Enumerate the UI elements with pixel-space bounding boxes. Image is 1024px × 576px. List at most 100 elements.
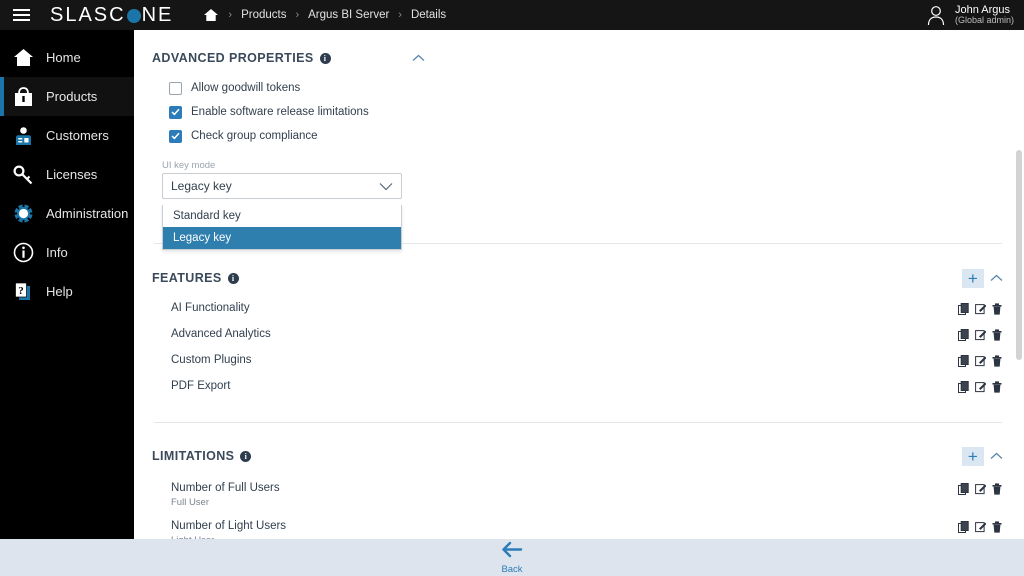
chevron-up-icon[interactable]: [988, 270, 1004, 286]
gear-icon: [12, 203, 34, 225]
sidebar-item-label: Home: [46, 50, 81, 65]
row-actions: [958, 519, 1002, 534]
table-row[interactable]: Advanced Analytics: [152, 322, 1004, 348]
breadcrumb-separator-1: ›: [228, 9, 233, 21]
info-icon[interactable]: i: [319, 52, 331, 64]
user-menu[interactable]: John Argus (Global admin): [924, 0, 1014, 30]
footer-bar: Back: [0, 539, 1024, 576]
scrollbar-thumb[interactable]: [1016, 150, 1022, 360]
table-row[interactable]: Number of Full Users Full User: [152, 476, 1004, 514]
checkbox-allow-goodwill-tokens[interactable]: Allow goodwill tokens: [169, 76, 1004, 100]
option-standard-key[interactable]: Standard key: [163, 205, 401, 227]
checkbox-label: Enable software release limitations: [191, 106, 369, 118]
sidebar-item-customers[interactable]: Customers: [0, 116, 134, 155]
edit-icon[interactable]: [975, 381, 986, 393]
products-bag-icon: [12, 86, 34, 108]
sidebar-item-label: Products: [46, 89, 98, 104]
breadcrumb-item-argus-bi-server[interactable]: Argus BI Server: [308, 9, 389, 21]
row-actions: [958, 301, 1002, 315]
breadcrumb-item-products[interactable]: Products: [241, 9, 286, 21]
limitation-name: Number of Full Users: [171, 482, 280, 494]
copy-icon[interactable]: [958, 521, 969, 534]
delete-icon[interactable]: [992, 355, 1002, 367]
checkbox-box: [169, 105, 182, 119]
content-scrollbar[interactable]: [1014, 30, 1024, 539]
user-info: John Argus (Global admin): [954, 4, 1014, 26]
copy-icon[interactable]: [958, 355, 969, 367]
table-row[interactable]: Number of Light Users Light User: [152, 514, 1004, 539]
limitation-info: Number of Full Users Full User: [171, 481, 280, 509]
edit-icon[interactable]: [975, 521, 986, 533]
sidebar-item-home[interactable]: Home: [0, 38, 134, 77]
edit-icon[interactable]: [975, 483, 986, 495]
delete-icon[interactable]: [992, 521, 1002, 533]
add-feature-button[interactable]: +: [962, 268, 984, 288]
ui-key-mode-field: UI key mode Legacy key Standard key Lega…: [162, 160, 402, 250]
add-limitation-button[interactable]: +: [962, 446, 984, 466]
checkbox-box: [169, 129, 182, 143]
table-row[interactable]: AI Functionality: [152, 296, 1004, 322]
breadcrumb-separator-3: ›: [398, 9, 402, 21]
features-list: AI Functionality Advanced Analytics Cust…: [152, 296, 1004, 400]
ui-key-mode-value: Legacy key: [171, 179, 232, 193]
copy-icon[interactable]: [958, 381, 969, 393]
copy-icon[interactable]: [958, 329, 969, 341]
sidebar: Home Products Customers Licenses Adminis…: [0, 30, 134, 539]
sidebar-item-label: Customers: [46, 128, 109, 143]
svg-text:?: ?: [18, 285, 24, 297]
top-bar: SLASC NE › Products › Argus BI Server › D…: [0, 0, 1024, 30]
edit-icon[interactable]: [975, 329, 986, 341]
arrow-left-icon: [501, 541, 523, 563]
user-role: (Global admin): [954, 15, 1014, 26]
sidebar-item-products[interactable]: Products: [0, 77, 134, 116]
brand-text-after: NE: [141, 3, 174, 26]
feature-info: Custom Plugins: [171, 353, 252, 369]
limitation-name: Number of Light Users: [171, 520, 287, 533]
sidebar-item-label: Administration: [46, 206, 129, 221]
hamburger-icon[interactable]: [6, 0, 36, 30]
home-icon[interactable]: [203, 8, 219, 22]
feature-name: Advanced Analytics: [171, 328, 271, 340]
breadcrumb-item-details[interactable]: Details: [411, 9, 446, 21]
sidebar-item-help[interactable]: ? Help: [0, 272, 134, 311]
limitation-info: Number of Light Users Light User: [171, 519, 286, 539]
info-icon[interactable]: i: [227, 272, 239, 284]
section-title: LIMITATIONS: [152, 449, 235, 463]
back-button-label: Back: [501, 563, 523, 575]
edit-icon[interactable]: [975, 303, 986, 315]
limitation-type: Full User: [171, 496, 210, 508]
delete-icon[interactable]: [992, 483, 1002, 495]
copy-icon[interactable]: [958, 303, 969, 315]
brand-text-before: SLASC: [50, 3, 126, 26]
chevron-up-icon[interactable]: [988, 448, 1004, 464]
sidebar-item-administration[interactable]: Administration: [0, 194, 134, 233]
limitations-header: LIMITATIONS i +: [152, 446, 1004, 466]
sidebar-item-info[interactable]: Info: [0, 233, 134, 272]
sidebar-item-licenses[interactable]: Licenses: [0, 155, 134, 194]
delete-icon[interactable]: [992, 329, 1002, 341]
content-inner: ADVANCED PROPERTIES i Allow goodwill tok…: [134, 30, 1024, 539]
user-avatar-icon: [924, 3, 948, 27]
edit-icon[interactable]: [975, 355, 986, 367]
ui-key-mode-options: Standard key Legacy key: [162, 205, 402, 250]
option-legacy-key[interactable]: Legacy key: [163, 227, 401, 249]
ui-key-mode-select[interactable]: Legacy key: [162, 173, 402, 199]
chevron-up-icon[interactable]: [411, 50, 427, 66]
checkbox-label: Check group compliance: [191, 130, 318, 142]
table-row[interactable]: PDF Export: [152, 374, 1004, 400]
feature-name: AI Functionality: [171, 302, 250, 314]
brand-o-dot-icon: [126, 9, 141, 23]
checkbox-group: Allow goodwill tokens Enable software re…: [152, 76, 1004, 148]
info-icon[interactable]: i: [240, 450, 252, 462]
copy-icon[interactable]: [958, 483, 969, 495]
checkbox-check-group-compliance[interactable]: Check group compliance: [169, 124, 1004, 148]
row-actions: [958, 353, 1002, 367]
checkbox-enable-software-release-limitations[interactable]: Enable software release limitations: [169, 100, 1004, 124]
delete-icon[interactable]: [992, 381, 1002, 393]
back-button[interactable]: Back: [501, 541, 523, 575]
sidebar-item-label: Info: [46, 245, 68, 260]
brand-logo[interactable]: SLASC NE: [50, 4, 173, 27]
delete-icon[interactable]: [992, 303, 1002, 315]
main-content: ADVANCED PROPERTIES i Allow goodwill tok…: [134, 30, 1024, 539]
table-row[interactable]: Custom Plugins: [152, 348, 1004, 374]
